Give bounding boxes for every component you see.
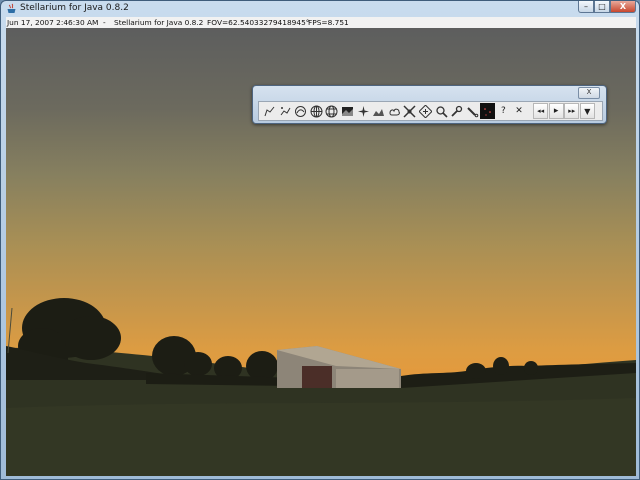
constellation-art-icon[interactable] <box>293 103 308 119</box>
constellation-names-icon[interactable] <box>278 103 293 119</box>
night-mode-icon[interactable] <box>480 103 496 119</box>
status-bar: Jun 17, 2007 2:46:30 AM - Stellarium for… <box>6 17 636 28</box>
minimize-button[interactable]: – <box>578 1 594 13</box>
barn <box>277 346 401 388</box>
hide-toolbar-icon[interactable]: ▼ <box>579 103 595 119</box>
nebulae-icon[interactable] <box>402 103 417 119</box>
java-icon <box>7 3 16 13</box>
window-title: Stellarium for Java 0.8.2 <box>20 3 129 13</box>
main-toolbar: ? ✕ ◂◂ ▸ ▸▸ ▼ <box>258 101 603 121</box>
stellarium-window: Stellarium for Java 0.8.2 – □ X Jun 17, … <box>0 0 640 480</box>
config-icon[interactable] <box>449 103 464 119</box>
rewind-icon[interactable]: ◂◂ <box>533 103 549 119</box>
help-icon[interactable]: ? <box>496 103 511 119</box>
status-app-name: Stellarium for Java 0.8.2 <box>114 18 204 27</box>
telescope-icon[interactable] <box>465 103 480 119</box>
landscape-icon[interactable] <box>371 103 386 119</box>
status-date: Jun 17, 2007 2:46:30 AM <box>7 18 99 27</box>
search-icon[interactable] <box>434 103 449 119</box>
ground-icon[interactable] <box>340 103 355 119</box>
fast-forward-icon[interactable]: ▸▸ <box>564 103 580 119</box>
cardinal-points-icon[interactable] <box>356 103 371 119</box>
tree-group-middle <box>146 336 296 386</box>
constellation-lines-icon[interactable] <box>262 103 277 119</box>
real-time-icon[interactable]: ▸ <box>548 103 564 119</box>
title-bar[interactable]: Stellarium for Java 0.8.2 – □ X <box>1 1 640 17</box>
toolbar-close-button[interactable]: X <box>578 87 600 99</box>
center-selection-icon[interactable] <box>418 103 433 119</box>
pole <box>7 307 13 354</box>
status-separator: - <box>103 18 106 27</box>
close-button[interactable]: X <box>610 1 636 13</box>
status-fov: FOV=62.54033279418945° <box>207 18 310 27</box>
status-fps: FPS=8.751 <box>308 18 349 27</box>
toolbar-window[interactable]: X ? ✕ ◂◂ ▸ ▸▸ ▼ <box>252 85 607 124</box>
atmosphere-icon[interactable] <box>387 103 402 119</box>
quit-icon[interactable]: ✕ <box>512 103 527 119</box>
equatorial-grid-icon[interactable] <box>324 103 339 119</box>
maximize-button[interactable]: □ <box>594 1 610 13</box>
ground-highlight <box>6 398 636 476</box>
azimuth-grid-icon[interactable] <box>309 103 324 119</box>
